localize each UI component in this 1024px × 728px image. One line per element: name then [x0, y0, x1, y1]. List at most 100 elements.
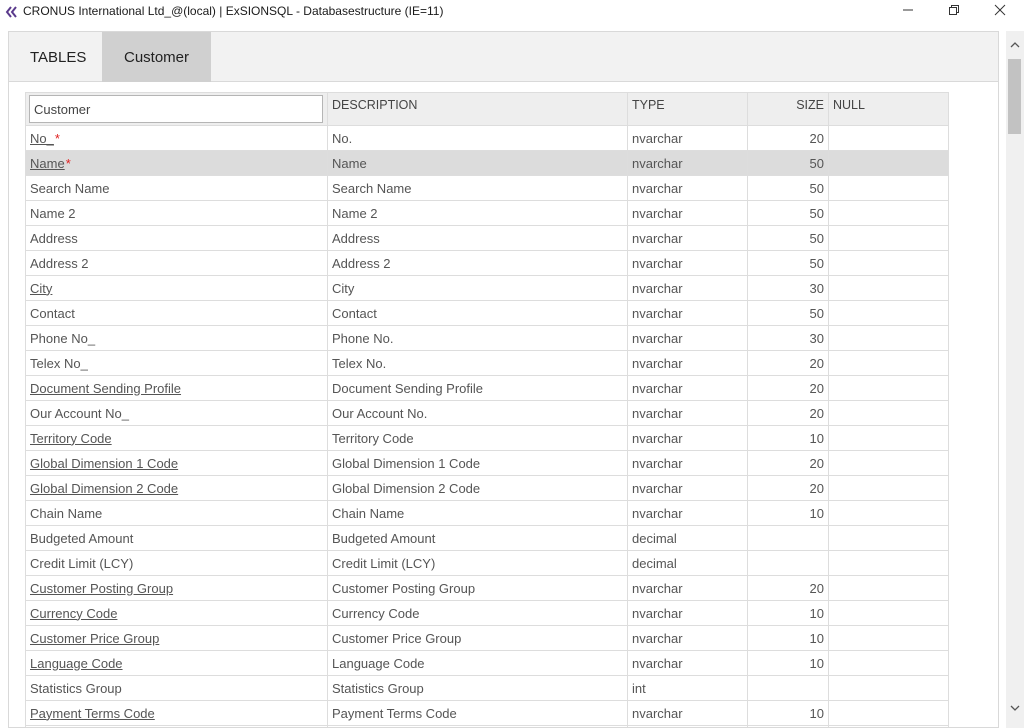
- field-name-cell[interactable]: City: [25, 275, 328, 301]
- size-cell: [747, 550, 829, 576]
- null-cell: [828, 650, 949, 676]
- table-row[interactable]: Global Dimension 2 Code Global Dimension …: [25, 475, 949, 501]
- column-header-size[interactable]: SIZE: [747, 92, 829, 126]
- description-cell: City: [327, 275, 628, 301]
- table-row[interactable]: Chain Name Chain Name nvarchar 10: [25, 500, 949, 526]
- table-row[interactable]: Name* Name nvarchar 50: [25, 150, 949, 176]
- field-name-link[interactable]: Name: [30, 156, 65, 171]
- minimize-button[interactable]: [885, 0, 931, 24]
- null-cell: [828, 450, 949, 476]
- field-name-cell[interactable]: Language Code: [25, 650, 328, 676]
- size-cell: 10: [747, 600, 829, 626]
- type-cell: nvarchar: [627, 400, 748, 426]
- scroll-down-arrow-icon[interactable]: [1008, 701, 1022, 713]
- table-row[interactable]: City City nvarchar 30: [25, 275, 949, 301]
- table-row[interactable]: Territory Code Territory Code nvarchar 10: [25, 425, 949, 451]
- null-cell: [828, 150, 949, 176]
- table-row[interactable]: Contact Contact nvarchar 50: [25, 300, 949, 326]
- type-cell: nvarchar: [627, 175, 748, 201]
- table-row[interactable]: Credit Limit (LCY) Credit Limit (LCY) deci…: [25, 550, 949, 576]
- table-row[interactable]: Search Name Search Name nvarchar 50: [25, 175, 949, 201]
- table-row[interactable]: Currency Code Currency Code nvarchar 10: [25, 600, 949, 626]
- field-name-cell[interactable]: Document Sending Profile: [25, 375, 328, 401]
- table-row[interactable]: Telex No_ Telex No. nvarchar 20: [25, 350, 949, 376]
- table-row[interactable]: Customer Price Group Customer Price Group…: [25, 625, 949, 651]
- type-cell: nvarchar: [627, 300, 748, 326]
- column-header-type[interactable]: TYPE: [627, 92, 748, 126]
- field-name-text: Statistics Group: [30, 680, 122, 696]
- fields-table: DESCRIPTION TYPE SIZE NULL No_*No.nvarch…: [25, 92, 949, 727]
- close-button[interactable]: [977, 0, 1023, 24]
- table-row[interactable]: Payment Terms Code Payment Terms Code nvar…: [25, 700, 949, 726]
- vertical-scrollbar[interactable]: [1006, 31, 1024, 728]
- null-cell: [828, 275, 949, 301]
- description-cell: Our Account No.: [327, 400, 628, 426]
- field-name-link[interactable]: Territory Code: [30, 431, 112, 446]
- table-row[interactable]: Address 2 Address 2 nvarchar 50: [25, 250, 949, 276]
- table-row[interactable]: Budgeted Amount Budgeted Amount decimal: [25, 525, 949, 551]
- table-row[interactable]: Customer Posting Group Customer Posting G…: [25, 575, 949, 601]
- field-name-text: Address 2: [30, 255, 89, 271]
- column-header-description[interactable]: DESCRIPTION: [327, 92, 628, 126]
- required-marker: *: [65, 155, 71, 171]
- table-row[interactable]: Global Dimension 1 Code Global Dimension …: [25, 450, 949, 476]
- field-name-link[interactable]: Document Sending Profile: [30, 381, 181, 396]
- table-row[interactable]: Address Address nvarchar 50: [25, 225, 949, 251]
- field-filter-input[interactable]: [29, 95, 323, 123]
- field-name-link[interactable]: Currency Code: [30, 606, 117, 621]
- field-name-cell[interactable]: Territory Code: [25, 425, 328, 451]
- null-cell: [828, 200, 949, 226]
- type-cell: nvarchar: [627, 125, 748, 151]
- field-name-link[interactable]: Customer Price Group: [30, 631, 159, 646]
- field-name-cell[interactable]: Currency Code: [25, 600, 328, 626]
- size-cell: 20: [747, 400, 829, 426]
- field-name-cell[interactable]: Customer Posting Group: [25, 575, 328, 601]
- field-name-link[interactable]: Payment Terms Code: [30, 706, 155, 721]
- table-row[interactable]: Document Sending Profile Document Sending…: [25, 375, 949, 401]
- chevron-back-icon[interactable]: [4, 4, 20, 20]
- field-name-text: Budgeted Amount: [30, 530, 134, 546]
- tab-bar: TABLES Customer: [9, 32, 998, 82]
- restore-button[interactable]: [931, 0, 977, 24]
- tab-tables[interactable]: TABLES: [9, 32, 107, 82]
- description-cell: Chain Name: [327, 500, 628, 526]
- field-name-cell[interactable]: Name*: [25, 150, 328, 176]
- size-cell: 20: [747, 575, 829, 601]
- null-cell: [828, 625, 949, 651]
- field-name-link[interactable]: Customer Posting Group: [30, 581, 173, 596]
- description-cell: Name 2: [327, 200, 628, 226]
- column-header-null[interactable]: NULL: [828, 92, 949, 126]
- size-cell: 10: [747, 700, 829, 726]
- field-name-cell[interactable]: Global Dimension 2 Code: [25, 475, 328, 501]
- field-name-cell[interactable]: Customer Price Group: [25, 625, 328, 651]
- null-cell: [828, 250, 949, 276]
- table-row[interactable]: Name 2 Name 2 nvarchar 50: [25, 200, 949, 226]
- description-cell: Customer Posting Group: [327, 575, 628, 601]
- table-row[interactable]: Our Account No_ Our Account No. nvarchar 20: [25, 400, 949, 426]
- table-row[interactable]: No_* No. nvarchar 20: [25, 125, 949, 151]
- field-name-cell[interactable]: Payment Terms Code: [25, 700, 328, 726]
- null-cell: [828, 600, 949, 626]
- description-cell: Territory Code: [327, 425, 628, 451]
- field-name-link[interactable]: No_: [30, 131, 54, 146]
- scroll-thumb[interactable]: [1008, 59, 1021, 134]
- field-name-cell: Search Name: [25, 175, 328, 201]
- size-cell: 20: [747, 350, 829, 376]
- field-name-link[interactable]: Global Dimension 1 Code: [30, 456, 178, 471]
- field-name-link[interactable]: Global Dimension 2 Code: [30, 481, 178, 496]
- null-cell: [828, 125, 949, 151]
- field-name-link[interactable]: City: [30, 281, 52, 296]
- tab-customer[interactable]: Customer: [102, 32, 211, 82]
- title-bar: CRONUS International Ltd_@(local) | ExSI…: [0, 0, 1024, 24]
- field-name-cell[interactable]: Global Dimension 1 Code: [25, 450, 328, 476]
- table-row[interactable]: Phone No_ Phone No. nvarchar 30: [25, 325, 949, 351]
- field-name-link[interactable]: Language Code: [30, 656, 123, 671]
- description-cell: Phone No.: [327, 325, 628, 351]
- size-cell: [747, 525, 829, 551]
- scroll-up-arrow-icon[interactable]: [1008, 38, 1022, 50]
- description-cell: Global Dimension 1 Code: [327, 450, 628, 476]
- table-row[interactable]: Language Code Language Code nvarchar 10: [25, 650, 949, 676]
- field-name-cell[interactable]: No_*: [25, 125, 328, 151]
- table-row[interactable]: Statistics Group Statistics Group int: [25, 675, 949, 701]
- required-marker: *: [54, 130, 60, 146]
